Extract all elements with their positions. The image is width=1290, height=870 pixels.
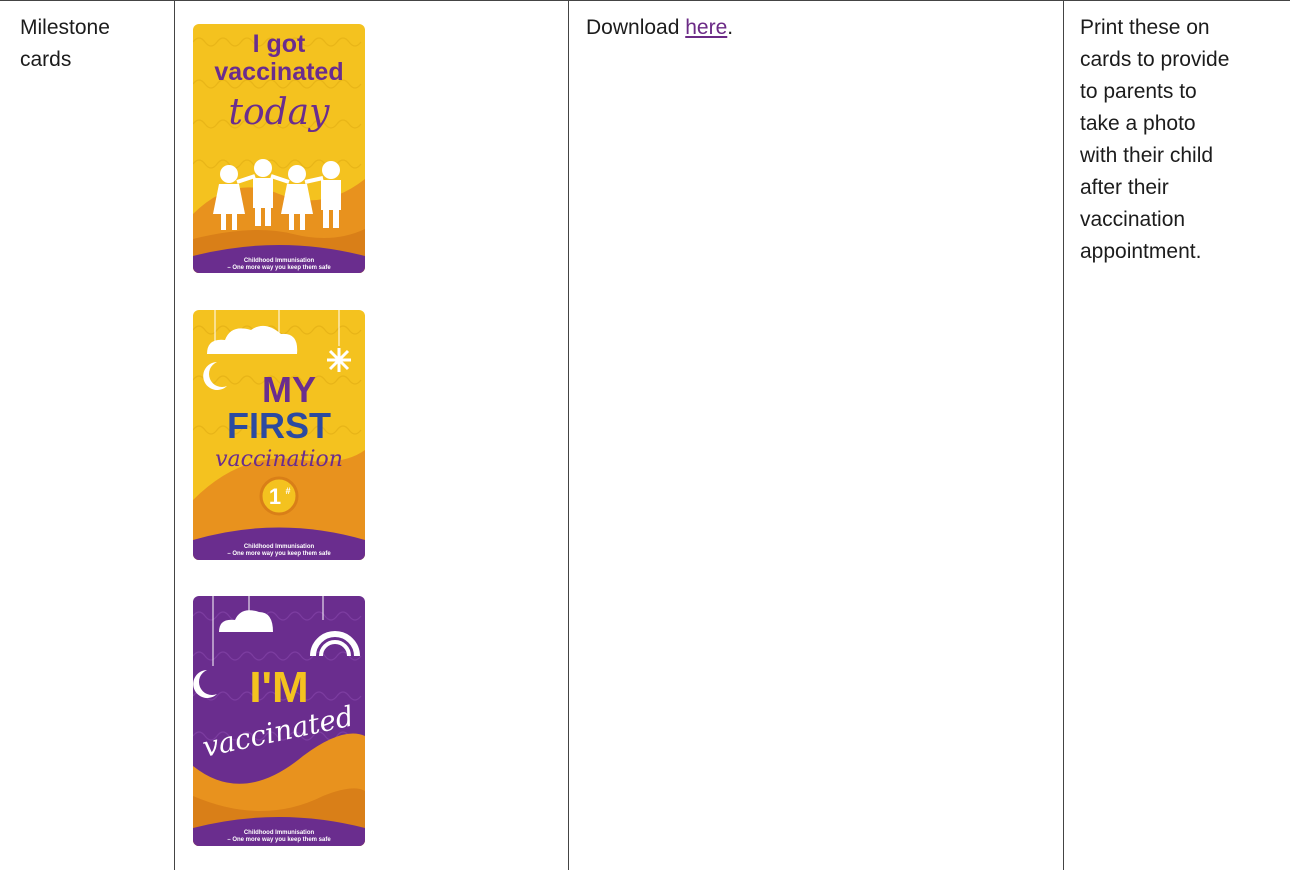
row-label-line1: Milestone [20, 16, 110, 39]
card-i-got-vaccinated-today: I got vaccinated today Childhood Immunis… [193, 24, 365, 273]
notes-line: with their child [1080, 144, 1214, 167]
notes-cell: Print these on cards to provide to paren… [1080, 12, 1229, 268]
notes-line: cards to provide [1080, 48, 1230, 71]
card1-line1: I got [253, 30, 306, 58]
card-my-first-vaccination: 1 # MY FIRST vaccination Childhood Immun… [193, 310, 365, 560]
milestone-table: Milestone cards Download here. Print the… [0, 0, 1290, 870]
column-divider-3 [1063, 0, 1064, 870]
card-im-vaccinated: I'M vaccinated Childhood Immunisation – … [193, 596, 365, 846]
card1-footer2: – One more way you keep them safe [227, 265, 331, 271]
notes-line: after their [1080, 176, 1169, 199]
card2-line2: FIRST [227, 405, 331, 446]
card2-badge-sup: # [285, 486, 290, 496]
row-label: Milestone cards [20, 12, 110, 76]
download-link[interactable]: here [685, 16, 727, 39]
card1-script: today [229, 92, 331, 133]
card3-footer1: Childhood Immunisation [244, 830, 315, 836]
card2-line1: MY [262, 369, 316, 410]
table-top-border [0, 0, 1290, 1]
download-suffix: . [727, 16, 734, 39]
notes-line: to parents to [1080, 80, 1197, 103]
card1-footer1: Childhood Immunisation [244, 258, 315, 264]
download-cell: Download here. [586, 12, 733, 44]
notes-line: vaccination [1080, 208, 1186, 231]
card3-footer2: – One more way you keep them safe [227, 837, 331, 843]
card2-footer1: Childhood Immunisation [244, 544, 315, 550]
column-divider-1 [174, 0, 175, 870]
card2-script: vaccination [215, 447, 343, 472]
card2-footer2: – One more way you keep them safe [227, 551, 331, 557]
card3-line1: I'M [249, 663, 308, 712]
notes-line: appointment. [1080, 240, 1202, 263]
card1-line2: vaccinated [214, 58, 343, 86]
notes-line: Print these on [1080, 16, 1210, 39]
notes-line: take a photo [1080, 112, 1196, 135]
row-label-line2: cards [20, 48, 72, 71]
download-prefix: Download [586, 16, 686, 39]
column-divider-2 [568, 0, 569, 870]
card2-badge: 1 [269, 484, 281, 509]
